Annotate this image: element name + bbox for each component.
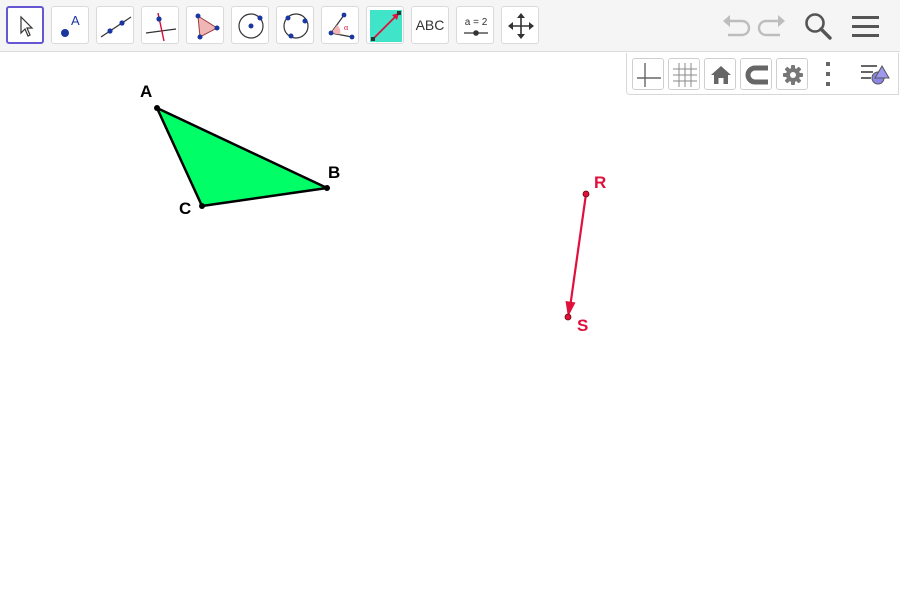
- point-tool[interactable]: A: [51, 6, 89, 44]
- point-r[interactable]: [582, 190, 590, 198]
- label-b: B: [328, 163, 340, 182]
- search-button[interactable]: [800, 8, 836, 44]
- point-tool-label: A: [71, 13, 80, 28]
- move-tool[interactable]: [6, 6, 44, 44]
- label-s: S: [577, 316, 588, 335]
- polygon-tool[interactable]: [186, 6, 224, 44]
- label-r: R: [594, 173, 606, 192]
- circle-icon: [238, 13, 264, 39]
- slider-icon: a = 2: [464, 17, 488, 36]
- redo-button[interactable]: [754, 8, 790, 44]
- angle-tool-label: α: [344, 23, 349, 32]
- line-through-two-points-icon: [100, 16, 132, 38]
- triangle-abc[interactable]: [155, 106, 329, 208]
- move-graphics-view-tool[interactable]: [501, 6, 539, 44]
- graphics-view[interactable]: A B C R S: [0, 53, 900, 600]
- perpendicular-line-tool[interactable]: [141, 6, 179, 44]
- vector-rs[interactable]: [569, 193, 588, 305]
- polygon-icon: [195, 13, 220, 40]
- angle-icon: α: [328, 12, 355, 40]
- toolbar: A α ABC a = 2: [0, 0, 900, 52]
- redo-icon: [757, 15, 785, 37]
- search-icon: [805, 13, 832, 40]
- circle-three-points-tool[interactable]: [276, 6, 314, 44]
- circle-three-points-icon: [283, 13, 309, 39]
- angle-tool[interactable]: α: [321, 6, 359, 44]
- slider-tool[interactable]: a = 2: [456, 6, 494, 44]
- line-tool[interactable]: [96, 6, 134, 44]
- menu-icon: [852, 16, 879, 37]
- point-s[interactable]: [564, 313, 572, 321]
- vector-icon: [370, 10, 402, 42]
- slider-tool-label: a = 2: [465, 17, 488, 28]
- perpendicular-line-icon: [145, 12, 177, 42]
- point-c[interactable]: [199, 203, 205, 209]
- move-arrows-icon: [508, 13, 534, 39]
- text-tool[interactable]: ABC: [411, 6, 449, 44]
- undo-icon: [723, 15, 751, 37]
- translate-by-vector-tool[interactable]: [366, 6, 404, 44]
- label-a: A: [140, 82, 152, 101]
- main-menu-button[interactable]: [848, 8, 884, 44]
- point-b[interactable]: [324, 185, 330, 191]
- label-c: C: [179, 199, 191, 218]
- point-icon: A: [61, 13, 80, 37]
- point-a[interactable]: [154, 105, 160, 111]
- undo-button[interactable]: [718, 8, 754, 44]
- text-icon: ABC: [415, 17, 445, 33]
- arrow-pointer-icon: [20, 15, 34, 37]
- circle-center-point-tool[interactable]: [231, 6, 269, 44]
